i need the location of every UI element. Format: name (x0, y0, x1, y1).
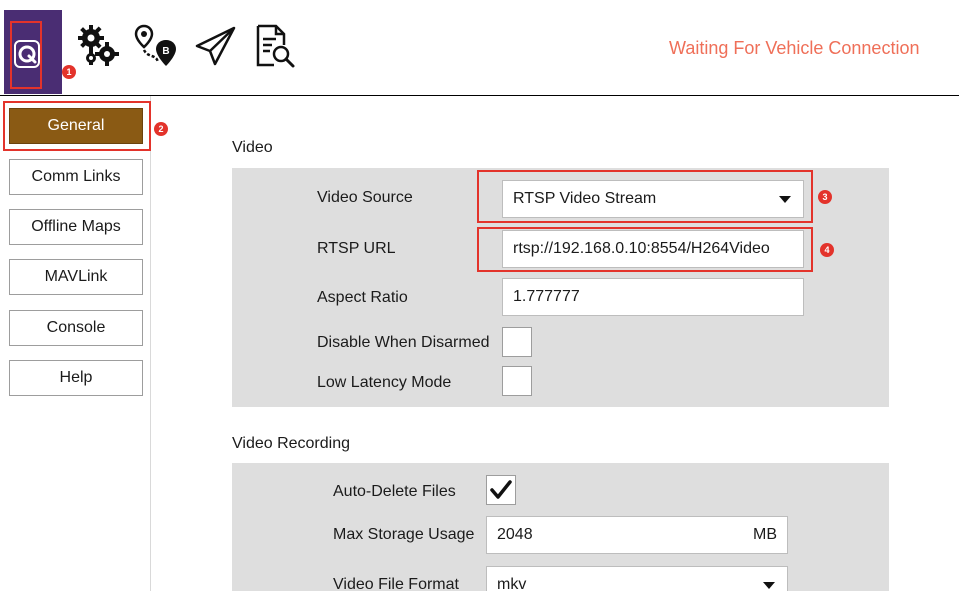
callout-badge-2: 2 (154, 122, 168, 136)
video-source-label: Video Source (317, 189, 413, 206)
vehicle-connection-status: Waiting For Vehicle Connection (669, 38, 920, 58)
chevron-down-icon (763, 582, 775, 589)
video-file-format-label: Video File Format (333, 576, 459, 591)
callout-badge-4: 4 (820, 243, 834, 257)
sidebar-item-help[interactable]: Help (9, 360, 143, 396)
max-storage-usage-value: 2048 (497, 526, 533, 543)
plan-waypoint-icon: B (134, 24, 176, 66)
low-latency-mode-label: Low Latency Mode (317, 374, 452, 391)
paper-plane-icon (195, 26, 236, 66)
video-section-title: Video (232, 139, 273, 156)
aspect-ratio-input[interactable]: 1.777777 (502, 278, 804, 316)
disable-when-disarmed-checkbox[interactable] (502, 327, 532, 357)
analyze-view-button[interactable] (250, 18, 298, 74)
highlight-box-3 (477, 170, 813, 223)
sidebar-item-mavlink[interactable]: MAVLink (9, 259, 143, 295)
disable-when-disarmed-label: Disable When Disarmed (317, 334, 490, 351)
max-storage-usage-input[interactable]: 2048 MB (486, 516, 788, 554)
sidebar-divider (150, 96, 151, 591)
auto-delete-files-checkbox[interactable] (486, 475, 516, 505)
toolbar-divider (0, 95, 959, 96)
app-settings-button[interactable] (4, 10, 62, 94)
fly-view-button[interactable] (192, 18, 240, 74)
sidebar-item-comm-links[interactable]: Comm Links (9, 159, 143, 195)
sidebar-item-offline-maps[interactable]: Offline Maps (9, 209, 143, 245)
rtsp-url-label: RTSP URL (317, 240, 396, 257)
highlight-box-4 (477, 227, 813, 272)
video-file-format-value: mkv (497, 576, 527, 591)
toolbar: 1 B Waiting For Vehicle Connection (0, 0, 959, 96)
analyze-document-icon (256, 24, 295, 68)
sidebar-item-console[interactable]: Console (9, 310, 143, 346)
plan-view-button[interactable]: B (132, 18, 180, 74)
max-storage-usage-label: Max Storage Usage (333, 526, 475, 543)
video-file-format-dropdown[interactable]: mkv (486, 566, 788, 591)
video-recording-section-title: Video Recording (232, 435, 351, 452)
app-logo-icon (14, 40, 40, 68)
svg-text:B: B (162, 46, 169, 57)
checkmark-icon (490, 480, 512, 499)
vehicle-setup-button[interactable] (74, 18, 122, 74)
low-latency-mode-checkbox[interactable] (502, 366, 532, 396)
aspect-ratio-label: Aspect Ratio (317, 289, 408, 306)
max-storage-unit: MB (753, 526, 777, 543)
callout-badge-3: 3 (818, 190, 832, 204)
sidebar-item-general[interactable]: General (9, 108, 143, 144)
auto-delete-files-label: Auto-Delete Files (333, 483, 456, 500)
gears-icon (78, 25, 119, 66)
